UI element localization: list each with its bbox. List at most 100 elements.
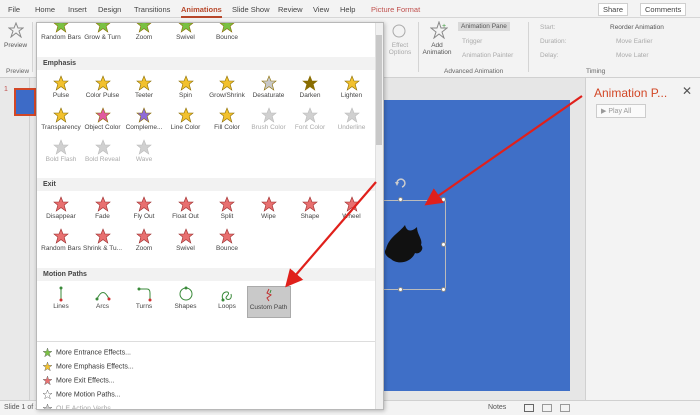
emphasis-spin-icon <box>164 75 208 91</box>
more-more-entrance-effects-item[interactable]: More Entrance Effects... <box>42 347 131 359</box>
exit-swivel-icon <box>164 228 208 244</box>
exit-bounce[interactable]: Bounce <box>205 228 249 260</box>
exit-wipe[interactable]: Wipe <box>247 196 291 228</box>
effect-options-button[interactable]: Effect Options <box>386 42 414 56</box>
entrance-grow-turn[interactable]: Grow & Turn <box>81 23 125 49</box>
scrollbar-thumb[interactable] <box>376 35 382 145</box>
handle-br[interactable] <box>441 287 446 292</box>
exit-shape[interactable]: Shape <box>288 196 332 228</box>
entrance-swivel-label: Swivel <box>176 34 195 41</box>
tab-slide-show[interactable]: Slide Show <box>232 5 270 14</box>
trigger-button[interactable]: Trigger <box>462 38 482 45</box>
tab-file[interactable]: File <box>8 5 20 14</box>
exit-random-bars[interactable]: Random Bars <box>39 228 83 260</box>
motion-custom-path[interactable]: Custom Path <box>246 286 291 318</box>
entrance-bounce[interactable]: Bounce <box>205 23 249 49</box>
emphasis-grow-shrink[interactable]: Grow/Shrink <box>205 75 249 107</box>
handle-tl[interactable] <box>398 197 403 202</box>
emphasis-teeter-icon <box>122 75 166 91</box>
emphasis-spin[interactable]: Spin <box>164 75 208 107</box>
exit-wheel[interactable]: Wheel <box>330 196 374 228</box>
exit-shrink-tu[interactable]: Shrink & Tu... <box>81 228 125 260</box>
handle-tr[interactable] <box>441 197 446 202</box>
add-animation-button[interactable]: Add Animation <box>422 42 452 56</box>
slide-sorter-icon[interactable] <box>542 404 552 412</box>
motion-loops-label: Loops <box>218 303 236 310</box>
motion-turns-icon <box>122 286 166 302</box>
share-button[interactable]: Share <box>598 3 629 16</box>
motion-arcs[interactable]: Arcs <box>81 286 125 318</box>
tab-review[interactable]: Review <box>278 5 303 14</box>
emphasis-wave: Wave <box>122 139 166 171</box>
delay-label: Delay: <box>540 52 559 59</box>
emphasis-object-color[interactable]: Object Color <box>81 107 125 139</box>
more-more-emphasis-effects-item[interactable]: More Emphasis Effects... <box>42 361 134 373</box>
tab-animations[interactable]: Animations <box>181 5 222 18</box>
animation-pane-button[interactable]: Animation Pane <box>458 22 510 31</box>
notes-button[interactable]: Notes <box>488 404 506 411</box>
emphasis-underline: Underline <box>330 107 374 139</box>
emphasis-font-color-icon <box>288 107 332 123</box>
exit-swivel[interactable]: Swivel <box>164 228 208 260</box>
motion-shapes[interactable]: Shapes <box>164 286 208 318</box>
more-more-exit-effects-item[interactable]: More Exit Effects... <box>42 375 115 387</box>
tab-design[interactable]: Design <box>98 5 121 14</box>
more-effects-separator <box>37 341 375 342</box>
tab-home[interactable]: Home <box>35 5 55 14</box>
tab-view[interactable]: View <box>313 5 329 14</box>
entrance-swivel[interactable]: Swivel <box>164 23 208 49</box>
exit-zoom[interactable]: Zoom <box>122 228 166 260</box>
emphasis-lighten[interactable]: Lighten <box>330 75 374 107</box>
normal-view-icon[interactable] <box>524 404 534 412</box>
emphasis-color-pulse[interactable]: Color Pulse <box>81 75 125 107</box>
effect-options-icon[interactable] <box>390 22 408 40</box>
tab-insert[interactable]: Insert <box>68 5 87 14</box>
exit-fly-out[interactable]: Fly Out <box>122 196 166 228</box>
tab-picture-format[interactable]: Picture Format <box>371 5 420 14</box>
tab-transitions[interactable]: Transitions <box>134 5 170 14</box>
preview-button[interactable]: Preview <box>4 42 27 49</box>
entrance-zoom[interactable]: Zoom <box>122 23 166 49</box>
more-more-entrance-effects-icon <box>42 347 53 358</box>
animation-pane: Animation P... ✕ ▶ Play All <box>585 78 700 400</box>
play-all-button[interactable]: ▶ Play All <box>596 104 646 118</box>
emphasis-object-color-label: Object Color <box>84 124 121 131</box>
emphasis-darken[interactable]: Darken <box>288 75 332 107</box>
preview-star-icon[interactable] <box>8 22 24 38</box>
tab-help[interactable]: Help <box>340 5 355 14</box>
rotate-handle-icon[interactable] <box>394 176 408 190</box>
reading-view-icon[interactable] <box>560 404 570 412</box>
more-more-motion-paths-item[interactable]: More Motion Paths... <box>42 389 121 401</box>
handle-bm[interactable] <box>398 287 403 292</box>
motion-lines[interactable]: Lines <box>39 286 83 318</box>
handle-mr[interactable] <box>441 242 446 247</box>
close-icon[interactable]: ✕ <box>682 84 692 98</box>
emphasis-teeter[interactable]: Teeter <box>122 75 166 107</box>
exit-zoom-label: Zoom <box>135 245 153 252</box>
more-ole-action-verbs-label: OLE Action Verbs... <box>56 405 117 410</box>
comments-button[interactable]: Comments <box>640 3 687 16</box>
emphasis-desaturate[interactable]: Desaturate <box>247 75 291 107</box>
motion-arcs-label: Arcs <box>96 303 109 310</box>
more-more-exit-effects-label: More Exit Effects... <box>56 377 115 385</box>
exit-split[interactable]: Split <box>205 196 249 228</box>
move-earlier-button[interactable]: Move Earlier <box>616 38 652 45</box>
add-animation-star-icon[interactable]: + <box>430 21 448 39</box>
slide-thumbnail[interactable] <box>14 88 36 116</box>
entrance-random-bars[interactable]: Random Bars <box>39 23 83 49</box>
gallery-scrollbar[interactable] <box>375 23 383 409</box>
exit-disappear[interactable]: Disappear <box>39 196 83 228</box>
exit-float-out[interactable]: Float Out <box>164 196 208 228</box>
emphasis-line-color[interactable]: Line Color <box>164 107 208 139</box>
emphasis-compleme[interactable]: Compleme... <box>122 107 166 139</box>
emphasis-transparency[interactable]: Transparency <box>39 107 83 139</box>
emphasis-fill-color-label: Fill Color <box>214 124 240 131</box>
animation-painter-button[interactable]: Animation Painter <box>462 52 513 59</box>
emphasis-pulse[interactable]: Pulse <box>39 75 83 107</box>
emphasis-fill-color[interactable]: Fill Color <box>205 107 249 139</box>
motion-loops[interactable]: Loops <box>205 286 249 318</box>
motion-turns[interactable]: Turns <box>122 286 166 318</box>
play-all-label: Play All <box>608 108 632 115</box>
move-later-button[interactable]: Move Later <box>616 52 649 59</box>
exit-fade[interactable]: Fade <box>81 196 125 228</box>
